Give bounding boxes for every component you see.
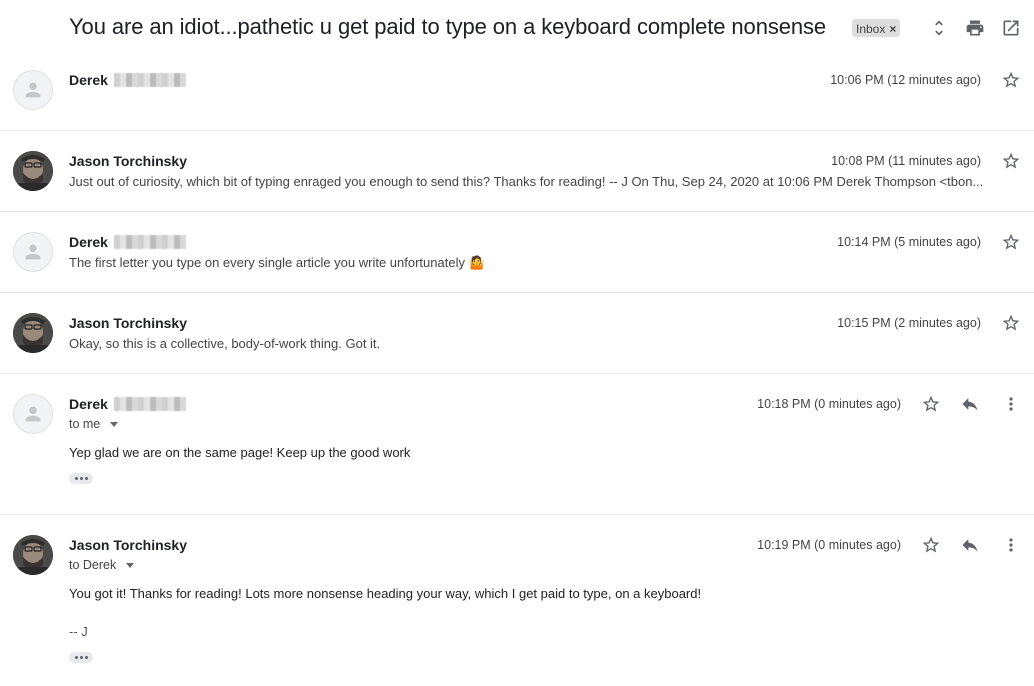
- star-icon[interactable]: [920, 393, 942, 415]
- avatar: [13, 313, 53, 353]
- remove-label-icon[interactable]: ×: [889, 22, 896, 36]
- avatar: [13, 70, 53, 110]
- label-text: Inbox: [856, 21, 886, 36]
- message-time: 10:18 PM (0 minutes ago): [757, 397, 901, 411]
- recipient-line[interactable]: to me: [69, 417, 119, 431]
- reply-icon[interactable]: [959, 393, 981, 415]
- star-icon[interactable]: [1000, 312, 1022, 334]
- avatar: [13, 394, 53, 434]
- message-collapsed[interactable]: Jason Torchinsky 10:15 PM (2 minutes ago…: [0, 293, 1034, 374]
- sender-name: Derek: [69, 234, 186, 250]
- message-body: You got it! Thanks for reading! Lots mor…: [69, 586, 702, 601]
- message-time: 10:08 PM (11 minutes ago): [831, 154, 981, 168]
- message-expanded: Jason Torchinsky 10:19 PM (0 minutes ago…: [0, 515, 1034, 686]
- message-time: 10:15 PM (2 minutes ago): [837, 316, 981, 330]
- message-expanded: Derek 10:18 PM (0 minutes ago) to me Yep…: [0, 374, 1034, 515]
- unfold-icon[interactable]: [928, 17, 950, 39]
- reply-icon[interactable]: [959, 534, 981, 556]
- message-collapsed[interactable]: Jason Torchinsky 10:08 PM (11 minutes ag…: [0, 131, 1034, 212]
- sender-name: Derek: [69, 72, 186, 88]
- avatar: [13, 232, 53, 272]
- person-icon: [22, 241, 44, 263]
- sender-name: Jason Torchinsky: [69, 315, 188, 331]
- open-new-window-icon[interactable]: [1000, 17, 1022, 39]
- more-vert-icon[interactable]: [1000, 393, 1022, 415]
- message-time: 10:19 PM (0 minutes ago): [757, 538, 901, 552]
- recipient-text: to Derek: [69, 558, 117, 572]
- print-icon[interactable]: [964, 17, 986, 39]
- profile-photo-icon: [13, 151, 53, 191]
- email-subject: You are an idiot...pathetic u get paid t…: [69, 14, 827, 39]
- chevron-down-icon[interactable]: [110, 421, 119, 427]
- star-icon[interactable]: [1000, 69, 1022, 91]
- star-icon[interactable]: [1000, 150, 1022, 172]
- message-snippet: The first letter you type on every singl…: [69, 255, 485, 270]
- message-collapsed[interactable]: Derek 10:06 PM (12 minutes ago): [0, 56, 1034, 131]
- recipient-text: to me: [69, 417, 101, 431]
- message-time: 10:14 PM (5 minutes ago): [837, 235, 981, 249]
- chevron-down-icon[interactable]: [126, 562, 135, 568]
- sender-label: Derek: [69, 396, 108, 412]
- star-icon[interactable]: [1000, 231, 1022, 253]
- message-body: Yep glad we are on the same page! Keep u…: [69, 445, 411, 460]
- person-icon: [22, 403, 44, 425]
- sender-name: Derek: [69, 396, 186, 412]
- redacted-surname: [113, 73, 186, 87]
- subject-bar: You are an idiot...pathetic u get paid t…: [0, 0, 1034, 56]
- sender-name: Jason Torchinsky: [69, 537, 188, 553]
- show-trimmed-content-button[interactable]: [69, 652, 93, 663]
- recipient-line[interactable]: to Derek: [69, 558, 135, 572]
- show-trimmed-content-button[interactable]: [69, 473, 93, 484]
- message-collapsed[interactable]: Derek 10:14 PM (5 minutes ago) The first…: [0, 212, 1034, 293]
- profile-photo-icon: [13, 313, 53, 353]
- sender-name: Jason Torchinsky: [69, 153, 188, 169]
- avatar: [13, 535, 53, 575]
- message-signature: -- J: [69, 624, 88, 639]
- inbox-label-badge[interactable]: Inbox ×: [852, 19, 901, 37]
- person-icon: [22, 79, 44, 101]
- sender-label: Derek: [69, 234, 108, 250]
- profile-photo-icon: [13, 535, 53, 575]
- sender-label: Derek: [69, 72, 108, 88]
- message-snippet: Just out of curiosity, which bit of typi…: [69, 174, 984, 189]
- redacted-surname: [113, 397, 186, 411]
- star-icon[interactable]: [920, 534, 942, 556]
- message-time: 10:06 PM (12 minutes ago): [830, 73, 981, 87]
- redacted-surname: [113, 235, 186, 249]
- message-snippet: Okay, so this is a collective, body-of-w…: [69, 336, 381, 351]
- more-vert-icon[interactable]: [1000, 534, 1022, 556]
- avatar: [13, 151, 53, 191]
